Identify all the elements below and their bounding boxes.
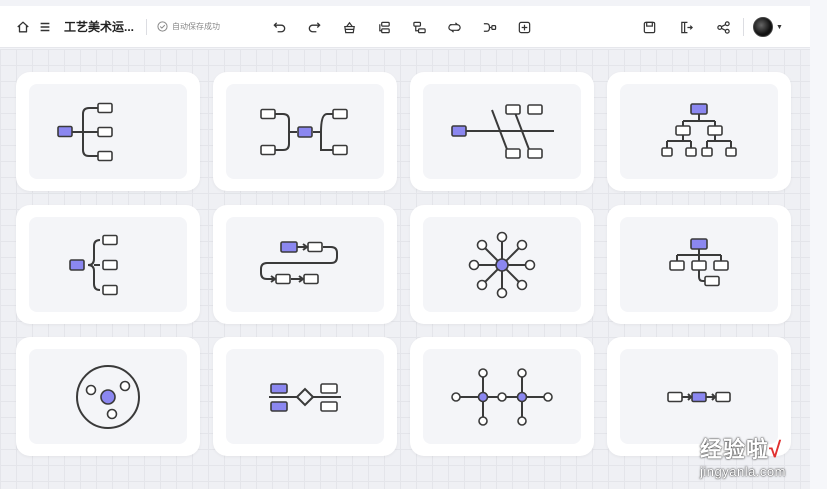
org-chart-icon <box>661 102 737 157</box>
watermark-url: jingyanla.com <box>700 464 786 479</box>
template-gallery <box>0 49 810 489</box>
export-icon[interactable] <box>677 18 695 36</box>
toolbar-divider <box>743 18 744 36</box>
document-title[interactable]: 工艺美术运... <box>64 18 134 35</box>
insert-child-icon[interactable] <box>375 18 393 36</box>
template-preview <box>620 84 778 179</box>
summary-icon[interactable] <box>480 18 498 36</box>
template-card-radial-bubble[interactable] <box>410 205 594 324</box>
tree-down-icon <box>669 237 729 286</box>
template-card-timeline-snake[interactable] <box>213 205 397 324</box>
mindmap-right-icon <box>57 102 113 161</box>
template-card-fishbone[interactable] <box>410 72 594 191</box>
template-card-bracket-right[interactable] <box>16 205 200 324</box>
add-icon[interactable] <box>515 18 533 36</box>
fishbone-icon <box>451 103 554 159</box>
watermark: 经验啦√ jingyanla.com <box>700 432 786 479</box>
save-status-text: 自动保存成功 <box>172 22 221 31</box>
toolbar-divider <box>146 18 148 35</box>
redo-icon[interactable] <box>305 18 323 36</box>
mindmap-both-sides-icon <box>260 108 348 155</box>
template-preview <box>423 349 581 444</box>
insert-sibling-icon[interactable] <box>410 18 428 36</box>
compare-bridge-icon <box>269 382 341 412</box>
style-icon[interactable] <box>340 18 358 36</box>
template-preview <box>226 84 384 179</box>
radial-bubble-icon <box>468 231 536 298</box>
template-card-tree-down[interactable] <box>607 205 791 324</box>
check-circle-icon <box>157 21 168 32</box>
template-preview <box>226 217 384 312</box>
template-preview <box>226 349 384 444</box>
avatar[interactable] <box>753 17 773 37</box>
right-actions: ▼ <box>640 6 783 48</box>
flow-chain-icon <box>667 391 731 402</box>
scrollbar-track <box>810 0 827 489</box>
horizontal-timeline-icon <box>451 367 553 426</box>
template-card-horizontal-timeline[interactable] <box>410 337 594 456</box>
relationship-icon[interactable] <box>445 18 463 36</box>
template-preview <box>423 84 581 179</box>
watermark-text: 经验啦 <box>700 437 770 462</box>
template-preview <box>620 349 778 444</box>
save-status: 自动保存成功 <box>157 21 220 32</box>
template-preview <box>29 349 187 444</box>
template-card-compare-bridge[interactable] <box>213 337 397 456</box>
menu-icon[interactable] <box>36 18 54 36</box>
template-card-circle-bubble[interactable] <box>16 337 200 456</box>
undo-icon[interactable] <box>270 18 288 36</box>
chevron-down-icon[interactable]: ▼ <box>776 24 783 31</box>
template-preview <box>423 217 581 312</box>
template-preview <box>620 217 778 312</box>
watermark-check: √ <box>769 437 783 462</box>
template-preview <box>29 84 187 179</box>
share-icon[interactable] <box>714 18 732 36</box>
template-card-mindmap-both-sides[interactable] <box>213 72 397 191</box>
home-icon[interactable] <box>14 18 32 36</box>
timeline-snake-icon <box>260 240 338 284</box>
template-card-org-chart[interactable] <box>607 72 791 191</box>
template-preview <box>29 217 187 312</box>
template-card-mindmap-right[interactable] <box>16 72 200 191</box>
circle-bubble-icon <box>76 364 140 429</box>
app-frame: 工艺美术运... 自动保存成功 ▼ <box>0 0 810 489</box>
edit-actions <box>270 6 533 48</box>
save-icon[interactable] <box>640 18 658 36</box>
bracket-right-icon <box>69 234 118 295</box>
top-toolbar: 工艺美术运... 自动保存成功 ▼ <box>0 6 810 48</box>
